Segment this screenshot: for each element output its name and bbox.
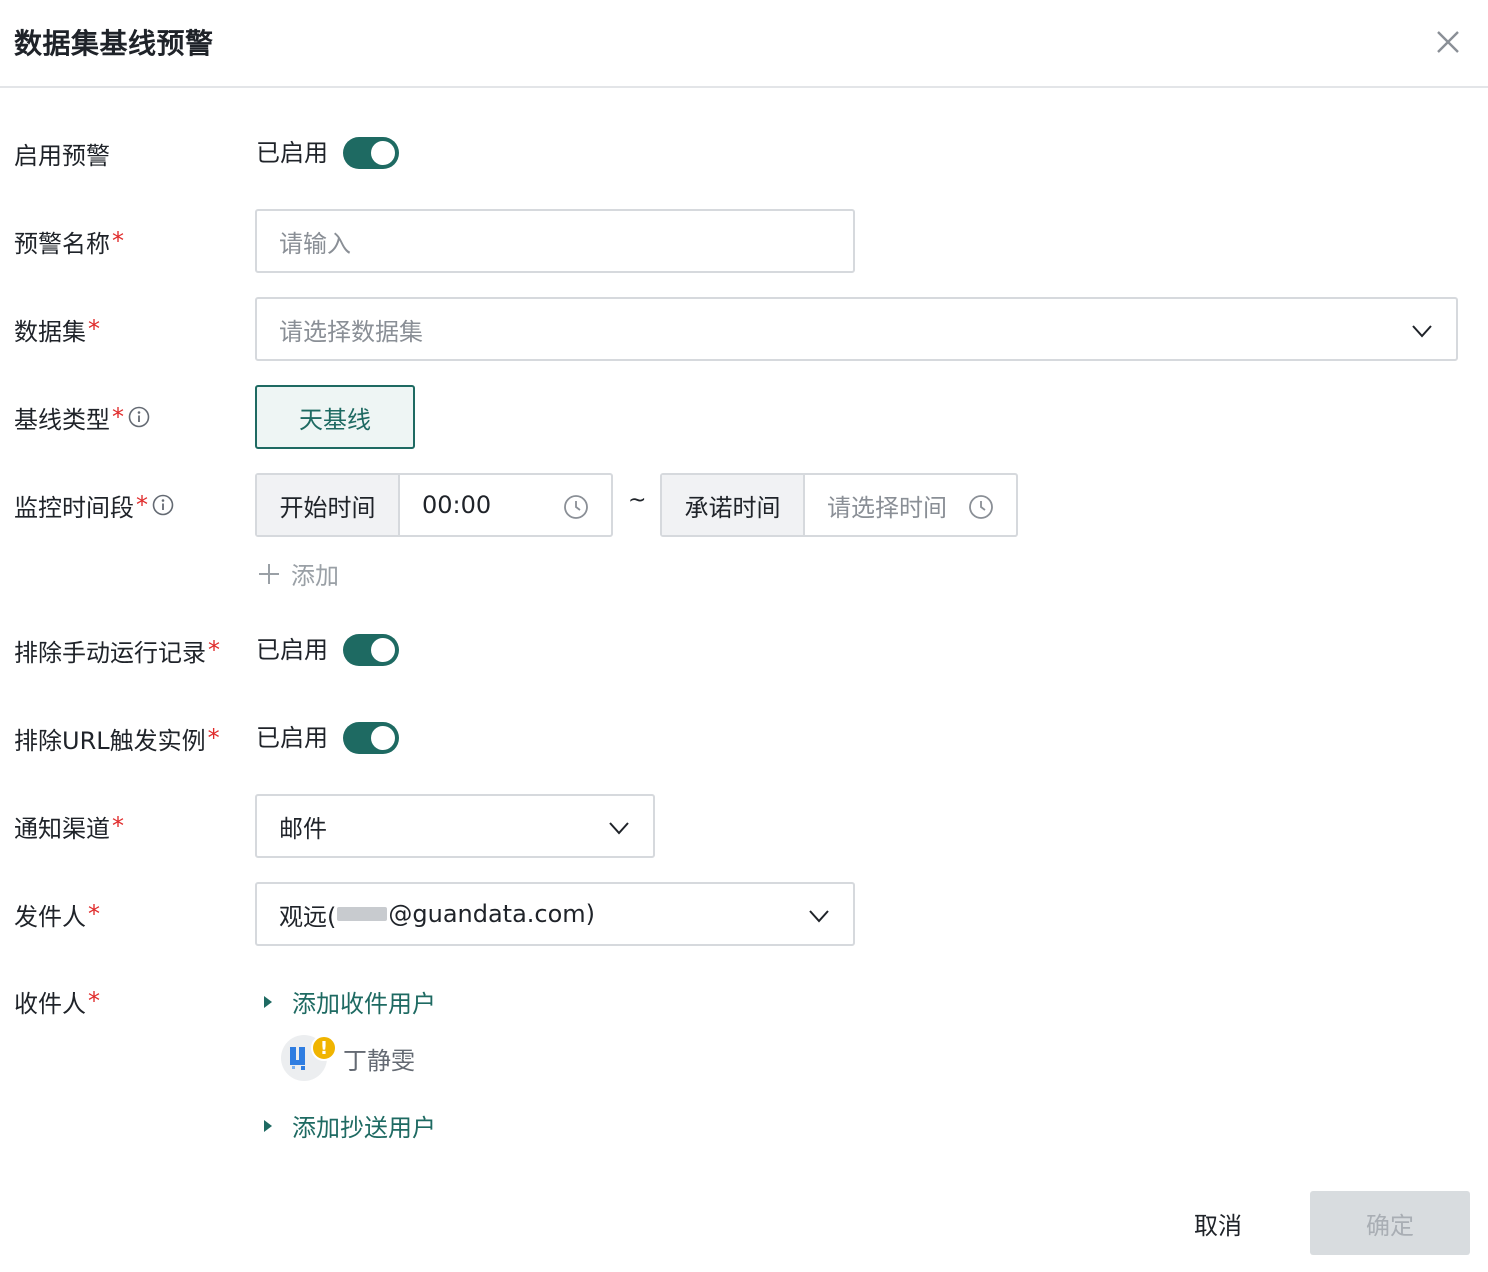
enable-alert-status: 已启用: [256, 139, 328, 167]
channel-label: 通知渠道 *: [14, 806, 124, 846]
exclude-manual-label: 排除手动运行记录 *: [14, 630, 220, 670]
enable-alert-toggle[interactable]: [343, 137, 399, 169]
start-time-addon: 开始时间: [257, 475, 400, 535]
dialog-header: 数据集基线预警: [0, 0, 1488, 88]
start-time-group: 开始时间 00:00: [255, 473, 613, 537]
dataset-label: 数据集 *: [14, 309, 100, 349]
sender-value-prefix: 观远(: [279, 902, 337, 931]
alert-name-label-text: 预警名称: [14, 229, 110, 258]
info-icon[interactable]: [152, 494, 174, 516]
required-mark: *: [112, 227, 124, 255]
toggle-knob: [371, 141, 395, 165]
recipients-label-text: 收件人: [14, 989, 86, 1018]
daily-baseline-option[interactable]: 天基线: [255, 385, 415, 449]
start-time-input[interactable]: 00:00: [400, 475, 611, 535]
monitor-period-label-text: 监控时间段: [14, 493, 134, 522]
dataset-label-text: 数据集: [14, 317, 86, 346]
channel-value: 邮件: [279, 814, 327, 843]
required-mark: *: [112, 812, 124, 840]
avatar: !: [281, 1035, 337, 1081]
info-icon[interactable]: [128, 406, 150, 428]
add-recipient-toggle[interactable]: 添加收件用户: [264, 984, 436, 1019]
range-separator: ~: [628, 488, 647, 513]
required-mark: *: [88, 900, 100, 928]
required-mark: *: [207, 724, 220, 752]
sender-value-suffix: @guandata.com): [388, 900, 596, 928]
baseline-type-label: 基线类型 *: [14, 397, 150, 437]
toggle-knob: [371, 638, 395, 662]
sender-select[interactable]: 观远( @guandata.com): [255, 882, 855, 946]
exclude-manual-status: 已启用: [256, 636, 328, 664]
alert-name-placeholder: 请输入: [279, 229, 351, 258]
recipients-label: 收件人 *: [14, 981, 100, 1021]
baseline-type-label-text: 基线类型: [14, 405, 110, 434]
required-mark: *: [136, 491, 148, 519]
clock-icon: [564, 495, 588, 519]
confirm-button[interactable]: 确定: [1310, 1191, 1470, 1255]
dialog-title: 数据集基线预警: [14, 27, 214, 60]
exclude-url-label-text: 排除URL触发实例: [14, 726, 206, 755]
chevron-down-icon: [609, 822, 629, 835]
dataset-select[interactable]: 请选择数据集: [255, 297, 1458, 361]
caret-right-icon: [264, 1119, 272, 1132]
dataset-placeholder: 请选择数据集: [279, 317, 423, 346]
sender-label-text: 发件人: [14, 902, 86, 931]
clock-icon: [969, 495, 993, 519]
alert-name-input[interactable]: 请输入: [255, 209, 855, 273]
recipient-user-name: 丁静雯: [343, 1046, 415, 1075]
chevron-down-icon: [1412, 325, 1432, 338]
caret-right-icon: [264, 995, 272, 1008]
exclude-manual-label-text: 排除手动运行记录: [14, 638, 206, 667]
add-cc-toggle[interactable]: 添加抄送用户: [264, 1108, 436, 1143]
enable-alert-label: 启用预警: [14, 133, 110, 173]
channel-label-text: 通知渠道: [14, 814, 110, 843]
add-cc-label: 添加抄送用户: [292, 1114, 436, 1142]
commit-time-input[interactable]: 请选择时间: [805, 475, 1016, 535]
commit-time-placeholder: 请选择时间: [827, 493, 947, 522]
chevron-down-icon: [809, 910, 829, 923]
exclude-url-toggle[interactable]: [343, 722, 399, 754]
monitor-period-label: 监控时间段 *: [14, 485, 174, 525]
add-period-label: 添加: [291, 562, 339, 590]
sender-label: 发件人 *: [14, 894, 100, 934]
required-mark: *: [88, 987, 100, 1015]
recipient-user: ! 丁静雯: [281, 1035, 415, 1081]
toggle-knob: [371, 726, 395, 750]
plus-icon: [259, 563, 279, 584]
required-mark: *: [88, 315, 100, 343]
add-recipient-label: 添加收件用户: [292, 990, 436, 1018]
masked-text: [337, 907, 388, 921]
start-time-value: 00:00: [422, 491, 492, 519]
channel-select[interactable]: 邮件: [255, 794, 655, 858]
required-mark: *: [112, 403, 124, 431]
enable-alert-label-text: 启用预警: [14, 141, 110, 170]
commit-time-addon: 承诺时间: [662, 475, 805, 535]
add-period-button[interactable]: 添加: [257, 556, 339, 591]
alert-name-label: 预警名称 *: [14, 221, 124, 261]
warning-icon: !: [311, 1035, 337, 1061]
close-icon[interactable]: [1432, 26, 1464, 58]
exclude-url-label: 排除URL触发实例 *: [14, 718, 220, 758]
cancel-button[interactable]: 取消: [1180, 1192, 1256, 1254]
exclude-url-status: 已启用: [256, 724, 328, 752]
commit-time-group: 承诺时间 请选择时间: [660, 473, 1018, 537]
required-mark: *: [208, 636, 220, 664]
exclude-manual-toggle[interactable]: [343, 634, 399, 666]
